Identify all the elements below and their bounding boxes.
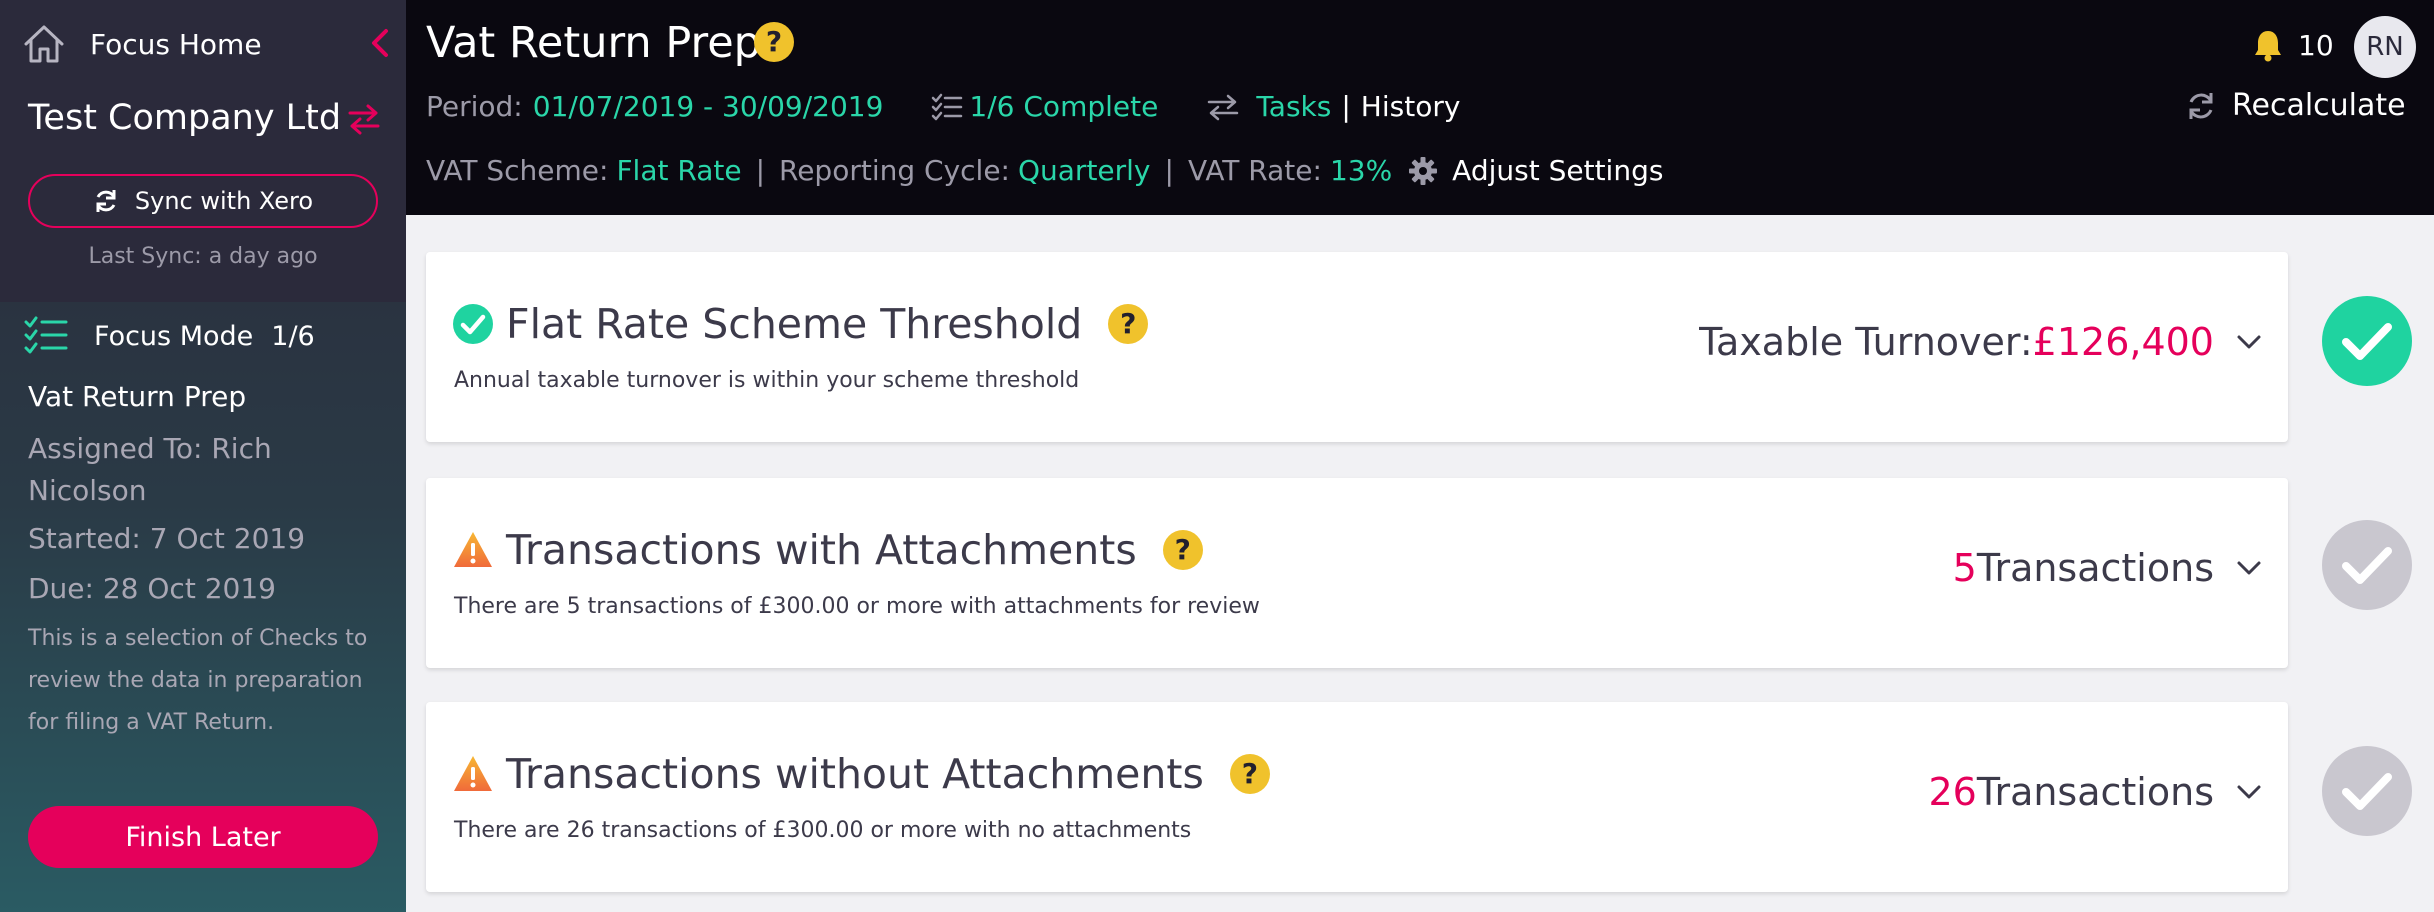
sync-with-xero-button[interactable]: Sync with Xero bbox=[28, 174, 378, 228]
finish-later-button[interactable]: Finish Later bbox=[28, 806, 378, 868]
summary-label: Taxable Turnover: bbox=[1699, 320, 2033, 364]
help-icon[interactable]: ? bbox=[1162, 530, 1203, 570]
notifications-button[interactable]: 10 bbox=[2252, 28, 2334, 62]
card-summary[interactable]: Taxable Turnover: £126,400 bbox=[1699, 320, 2262, 364]
recalculate-label: Recalculate bbox=[2232, 88, 2406, 123]
check-card-with-attachments[interactable]: Transactions with Attachments ? There ar… bbox=[426, 478, 2288, 668]
summary-suffix: Transactions bbox=[1976, 546, 2214, 590]
vat-scheme-value: Flat Rate bbox=[616, 154, 742, 187]
help-icon[interactable]: ? bbox=[754, 22, 794, 62]
card-title: Flat Rate Scheme Threshold bbox=[506, 300, 1083, 348]
card-title-row: Transactions without Attachments ? bbox=[452, 750, 1270, 798]
page-title: Vat Return Prep bbox=[426, 18, 761, 68]
help-icon[interactable]: ? bbox=[1229, 754, 1270, 794]
vat-rate-label: VAT Rate: bbox=[1187, 154, 1322, 187]
refresh-icon bbox=[2189, 92, 2213, 119]
tab-divider: | bbox=[1341, 90, 1351, 123]
switch-arrows-icon bbox=[1208, 94, 1239, 120]
help-icon[interactable]: ? bbox=[1108, 304, 1149, 344]
chevron-down-icon bbox=[2237, 561, 2261, 575]
card-title: Transactions with Attachments bbox=[506, 526, 1137, 574]
card-title-row: Transactions with Attachments ? bbox=[452, 526, 1203, 574]
last-sync-text: Last Sync: a day ago bbox=[88, 244, 318, 269]
assigned-to: Assigned To: Rich Nicolson bbox=[28, 432, 272, 507]
vat-scheme-label: VAT Scheme: bbox=[426, 154, 609, 187]
checklist-icon bbox=[932, 93, 963, 120]
gear-icon bbox=[1409, 156, 1438, 185]
switch-company-icon[interactable] bbox=[346, 102, 382, 136]
started-date: Started: 7 Oct 2019 bbox=[28, 522, 306, 555]
tab-tasks[interactable]: Tasks bbox=[1256, 90, 1331, 123]
company-name: Test Company Ltd bbox=[28, 98, 342, 138]
divider: | bbox=[755, 154, 765, 187]
focus-home-link[interactable]: Focus Home bbox=[20, 20, 262, 68]
check-circle-icon bbox=[453, 304, 493, 344]
sidebar: Focus Home Test Company Ltd Sync with Xe… bbox=[0, 0, 406, 912]
sidebar-top-panel: Focus Home Test Company Ltd Sync with Xe… bbox=[0, 0, 406, 302]
task-description: This is a selection of Checks to review … bbox=[28, 626, 368, 735]
reporting-cycle-value: Quarterly bbox=[1017, 154, 1151, 187]
tab-history[interactable]: History bbox=[1361, 90, 1461, 123]
due-date: Due: 28 Oct 2019 bbox=[28, 572, 276, 605]
summary-value: 26 bbox=[1928, 770, 1977, 814]
period-row: Period: 01/07/2019 - 30/09/2019 1/6 Comp… bbox=[426, 90, 1460, 123]
summary-value: £126,400 bbox=[2032, 320, 2214, 364]
mark-complete-button[interactable] bbox=[2322, 746, 2412, 836]
card-summary[interactable]: 26 Transactions bbox=[1928, 770, 2262, 814]
vat-rate-value: 13% bbox=[1329, 154, 1393, 187]
warning-icon bbox=[454, 756, 492, 791]
avatar[interactable]: RN bbox=[2354, 16, 2416, 78]
focus-mode-count: 1/6 bbox=[271, 320, 315, 352]
mark-complete-button[interactable] bbox=[2322, 296, 2412, 386]
complete-progress[interactable]: 1/6 Complete bbox=[969, 90, 1158, 123]
sync-icon bbox=[96, 190, 116, 212]
focus-mode-label: Focus Mode bbox=[94, 320, 254, 352]
card-description: Annual taxable turnover is within your s… bbox=[454, 368, 1080, 393]
card-description: There are 26 transactions of £300.00 or … bbox=[454, 818, 1192, 843]
summary-suffix: Transactions bbox=[1976, 770, 2214, 814]
focus-mode-header: Focus Mode 1/6 bbox=[24, 316, 315, 356]
checkmark-icon bbox=[2342, 547, 2392, 584]
bell-icon bbox=[2255, 31, 2281, 62]
warning-icon bbox=[454, 532, 492, 567]
task-name: Vat Return Prep bbox=[28, 380, 247, 413]
reporting-cycle-label: Reporting Cycle: bbox=[779, 154, 1010, 187]
check-card-flat-rate-threshold[interactable]: Flat Rate Scheme Threshold ? Annual taxa… bbox=[426, 252, 2288, 442]
checkmark-icon bbox=[2342, 773, 2392, 810]
home-icon bbox=[24, 25, 64, 63]
card-title: Transactions without Attachments bbox=[506, 750, 1204, 798]
period-label: Period: bbox=[426, 90, 523, 123]
recalculate-button[interactable]: Recalculate bbox=[2186, 88, 2406, 123]
adjust-settings-label: Adjust Settings bbox=[1452, 154, 1664, 187]
mark-complete-button[interactable] bbox=[2322, 520, 2412, 610]
summary-value: 5 bbox=[1952, 546, 1977, 590]
checkmark-icon bbox=[2342, 323, 2392, 360]
period-value[interactable]: 01/07/2019 - 30/09/2019 bbox=[533, 90, 884, 123]
sync-label: Sync with Xero bbox=[134, 187, 314, 215]
check-card-without-attachments[interactable]: Transactions without Attachments ? There… bbox=[426, 702, 2288, 892]
chevron-left-icon[interactable] bbox=[366, 26, 394, 60]
card-title-row: Flat Rate Scheme Threshold ? bbox=[452, 300, 1149, 348]
card-summary[interactable]: 5 Transactions bbox=[1953, 546, 2262, 590]
chevron-down-icon bbox=[2237, 335, 2261, 349]
card-description: There are 5 transactions of £300.00 or m… bbox=[454, 594, 1260, 619]
page-header: Vat Return Prep ? Period: 01/07/2019 - 3… bbox=[406, 0, 2434, 215]
divider: | bbox=[1164, 154, 1174, 187]
focus-home-label: Focus Home bbox=[90, 27, 262, 61]
settings-row: VAT Scheme: Flat Rate | Reporting Cycle:… bbox=[426, 154, 1663, 187]
chevron-down-icon bbox=[2237, 785, 2261, 799]
adjust-settings-button[interactable]: Adjust Settings bbox=[1408, 154, 1663, 187]
notification-count: 10 bbox=[2298, 28, 2334, 62]
checklist-icon bbox=[24, 316, 68, 354]
